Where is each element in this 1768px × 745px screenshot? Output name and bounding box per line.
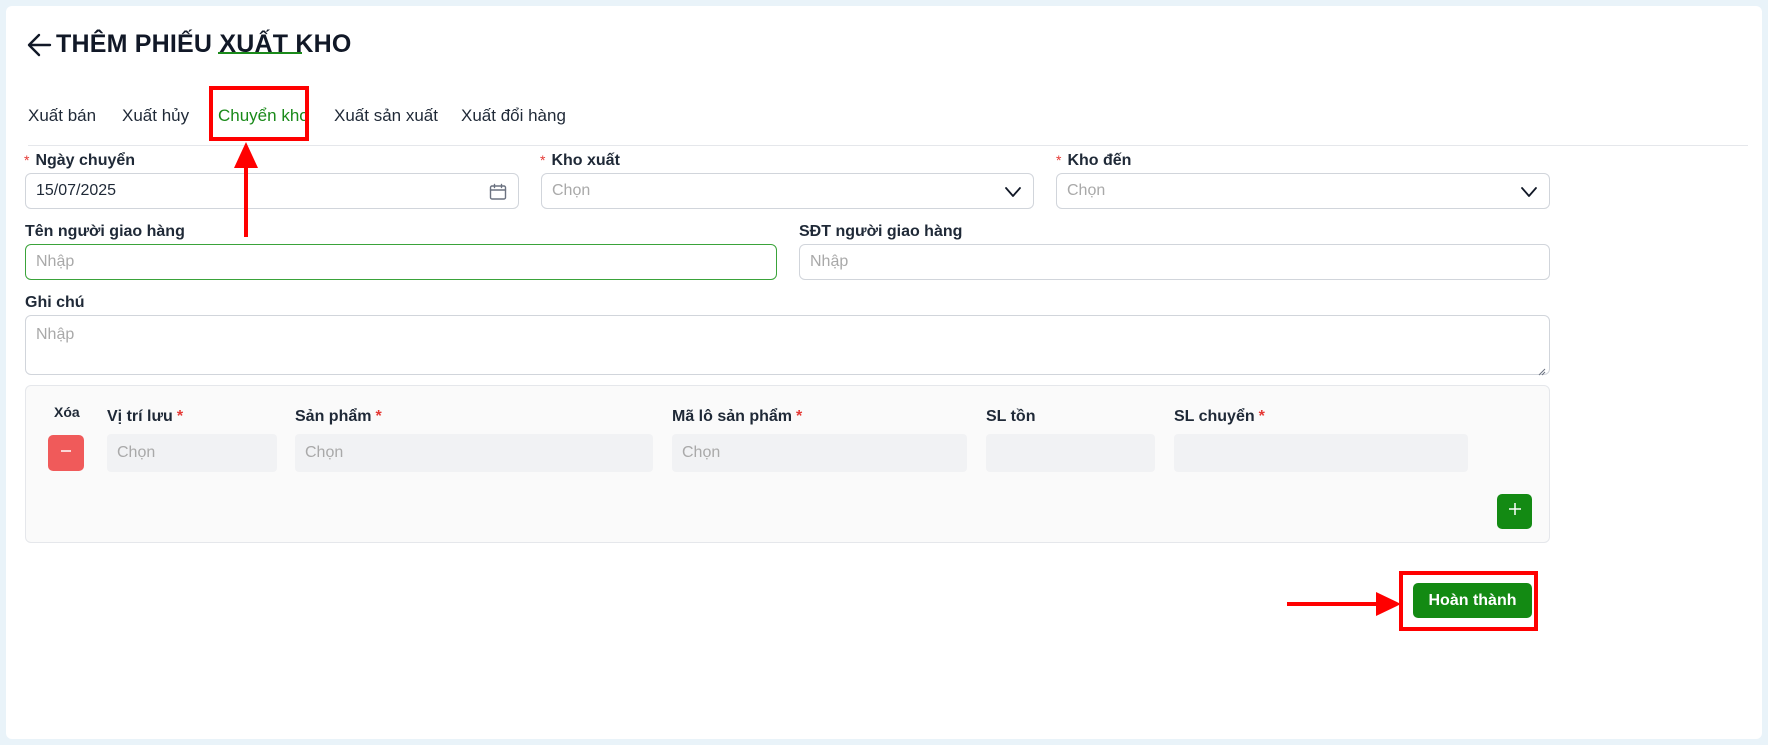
col-header-location: Vị trí lưu * xyxy=(107,408,184,425)
transfer-qty-input[interactable] xyxy=(1174,434,1468,472)
note-label: Ghi chú xyxy=(25,294,85,311)
page-header: THÊM PHIẾU XUẤT KHO xyxy=(26,30,351,59)
transfer-date-input[interactable]: 15/07/2025 xyxy=(25,173,519,209)
page-title: THÊM PHIẾU XUẤT KHO xyxy=(56,30,352,58)
plus-icon xyxy=(1507,501,1523,522)
minus-icon xyxy=(59,444,73,463)
tab-chuyen-kho[interactable]: Chuyển kho xyxy=(218,106,309,126)
col-header-transfer-qty: SL chuyển * xyxy=(1174,408,1265,425)
tab-xuat-ban[interactable]: Xuất bán xyxy=(28,106,96,126)
delete-row-button[interactable] xyxy=(48,435,84,471)
lot-select[interactable]: Chọn xyxy=(672,434,967,472)
transfer-date-label: * Ngày chuyển xyxy=(24,152,136,169)
col-header-product: Sản phẩm * xyxy=(295,408,382,425)
complete-button[interactable]: Hoàn thành xyxy=(1413,583,1532,618)
tab-xuat-doi-hang[interactable]: Xuất đổi hàng xyxy=(461,106,566,126)
required-marker: * xyxy=(540,152,546,168)
stock-qty-field xyxy=(986,434,1155,472)
dest-warehouse-select[interactable]: Chọn xyxy=(1056,173,1550,209)
tab-bar: Xuất bán Xuất hủy Chuyển kho Xuất sản xu… xyxy=(28,90,1748,146)
items-panel: Xóa Vị trí lưu * Sản phẩm * Mã lô sản phẩm… xyxy=(25,385,1550,543)
col-header-delete: Xóa xyxy=(54,404,80,420)
tab-xuat-san-xuat[interactable]: Xuất sản xuất xyxy=(334,106,438,126)
tab-xuat-huy[interactable]: Xuất hủy xyxy=(122,106,189,126)
chevron-down-icon xyxy=(1519,182,1539,202)
deliverer-name-input[interactable]: Nhập xyxy=(25,244,777,280)
required-marker: * xyxy=(1056,152,1062,168)
source-warehouse-label: * Kho xuất xyxy=(540,152,620,169)
deliverer-name-label: Tên người giao hàng xyxy=(25,223,185,240)
product-select[interactable]: Chọn xyxy=(295,434,653,472)
dest-warehouse-label: * Kho đến xyxy=(1056,152,1132,169)
source-warehouse-select[interactable]: Chọn xyxy=(541,173,1034,209)
note-textarea[interactable]: Nhập xyxy=(25,315,1550,376)
required-marker: * xyxy=(24,152,30,168)
col-header-lot: Mã lô sản phẩm * xyxy=(672,408,803,425)
back-arrow-icon[interactable] xyxy=(26,32,52,58)
location-select[interactable]: Chọn xyxy=(107,434,277,472)
calendar-icon[interactable] xyxy=(488,182,508,202)
resize-grip-icon[interactable] xyxy=(1538,363,1546,376)
add-row-button[interactable] xyxy=(1497,494,1532,529)
transfer-date-value: 15/07/2025 xyxy=(36,182,117,199)
active-tab-indicator xyxy=(218,52,302,54)
chevron-down-icon xyxy=(1003,182,1023,202)
deliverer-phone-label: SĐT người giao hàng xyxy=(799,223,963,240)
source-warehouse-placeholder: Chọn xyxy=(552,182,591,199)
dest-warehouse-placeholder: Chọn xyxy=(1067,182,1106,199)
deliverer-phone-input[interactable]: Nhập xyxy=(799,244,1550,280)
col-header-stock-qty: SL tồn xyxy=(986,408,1036,425)
